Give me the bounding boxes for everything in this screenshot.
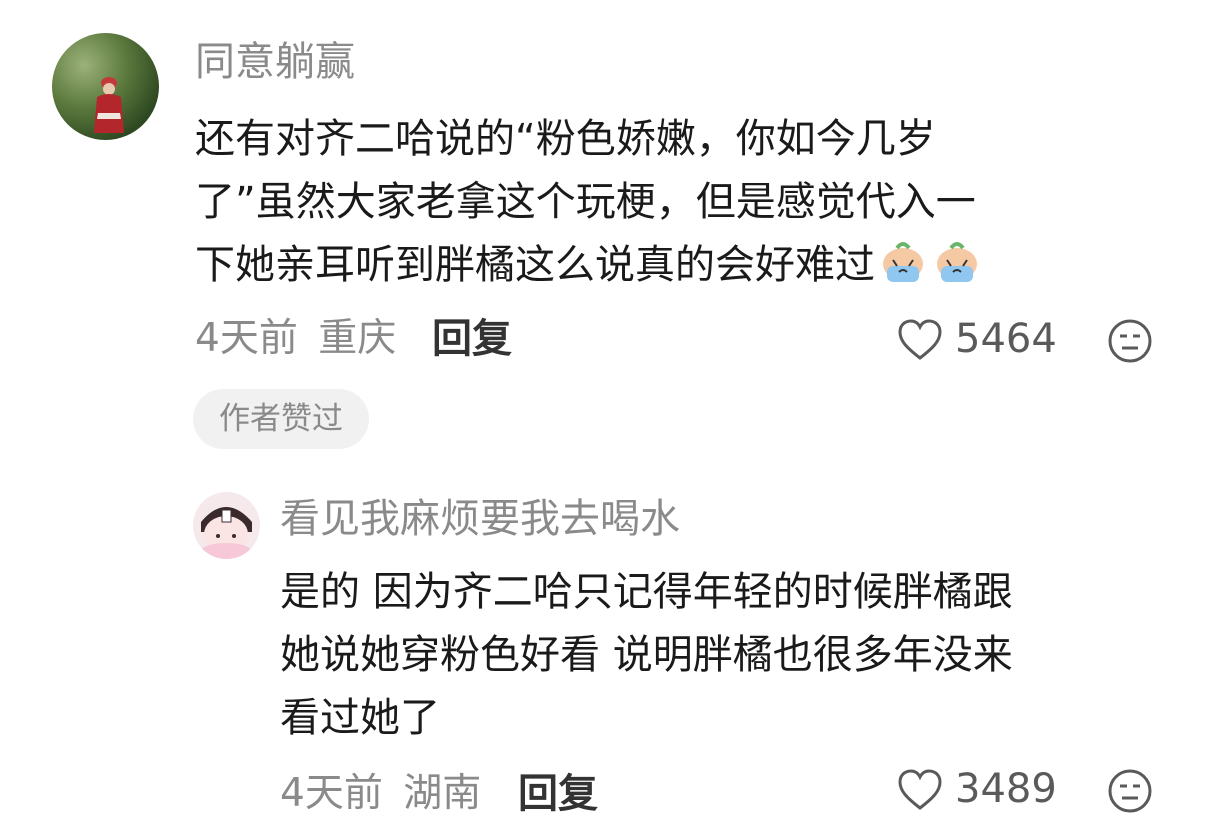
- crying-face-emoji-icon: [937, 242, 977, 282]
- heart-icon[interactable]: [897, 318, 943, 362]
- comment-time: 4天前: [195, 316, 298, 361]
- avatar[interactable]: [52, 33, 159, 140]
- comment-text-line: 是的 因为齐二哈只记得年轻的时候胖橘跟: [280, 569, 1013, 615]
- comment-username[interactable]: 看见我麻烦要我去喝水: [280, 495, 680, 543]
- author-liked-badge: 作者赞过: [193, 389, 369, 449]
- like-count: 5464: [955, 316, 1057, 362]
- comment-text-line: 还有对齐二哈说的“粉色娇嫩，你如今几岁: [195, 116, 936, 162]
- comment-meta: 4天前 重庆: [195, 316, 396, 362]
- comment-location: 重庆: [318, 316, 397, 361]
- dislike-face-icon[interactable]: [1107, 768, 1153, 814]
- reply-button[interactable]: 回复: [518, 771, 598, 817]
- like-count: 3489: [955, 766, 1057, 812]
- comment-text-line: 下她亲耳听到胖橘这么说真的会好难过: [195, 234, 1155, 297]
- comment-text: 是的 因为齐二哈只记得年轻的时候胖橘跟 她说她穿粉色好看 说明胖橘也很多年没来 …: [280, 561, 1180, 750]
- heart-icon[interactable]: [897, 768, 943, 812]
- comment-text: 还有对齐二哈说的“粉色娇嫩，你如今几岁 了”虽然大家老拿这个玩梗，但是感觉代入一…: [195, 108, 1155, 297]
- comment-text-line: 她说她穿粉色好看 说明胖橘也很多年没来: [280, 632, 1013, 678]
- comment-text-line: 了”虽然大家老拿这个玩梗，但是感觉代入一: [195, 179, 976, 225]
- comment-text-line: 看过她了: [280, 695, 440, 741]
- reply-button[interactable]: 回复: [432, 316, 512, 362]
- dislike-face-icon[interactable]: [1107, 318, 1153, 364]
- crying-face-emoji-icon: [883, 242, 923, 282]
- comment-meta: 4天前 湖南: [280, 771, 481, 817]
- avatar[interactable]: [193, 492, 260, 559]
- comment-text-span: 下她亲耳听到胖橘这么说真的会好难过: [195, 242, 875, 288]
- comment-location: 湖南: [403, 771, 482, 816]
- comment-time: 4天前: [280, 771, 383, 816]
- comment-username[interactable]: 同意躺赢: [195, 38, 355, 86]
